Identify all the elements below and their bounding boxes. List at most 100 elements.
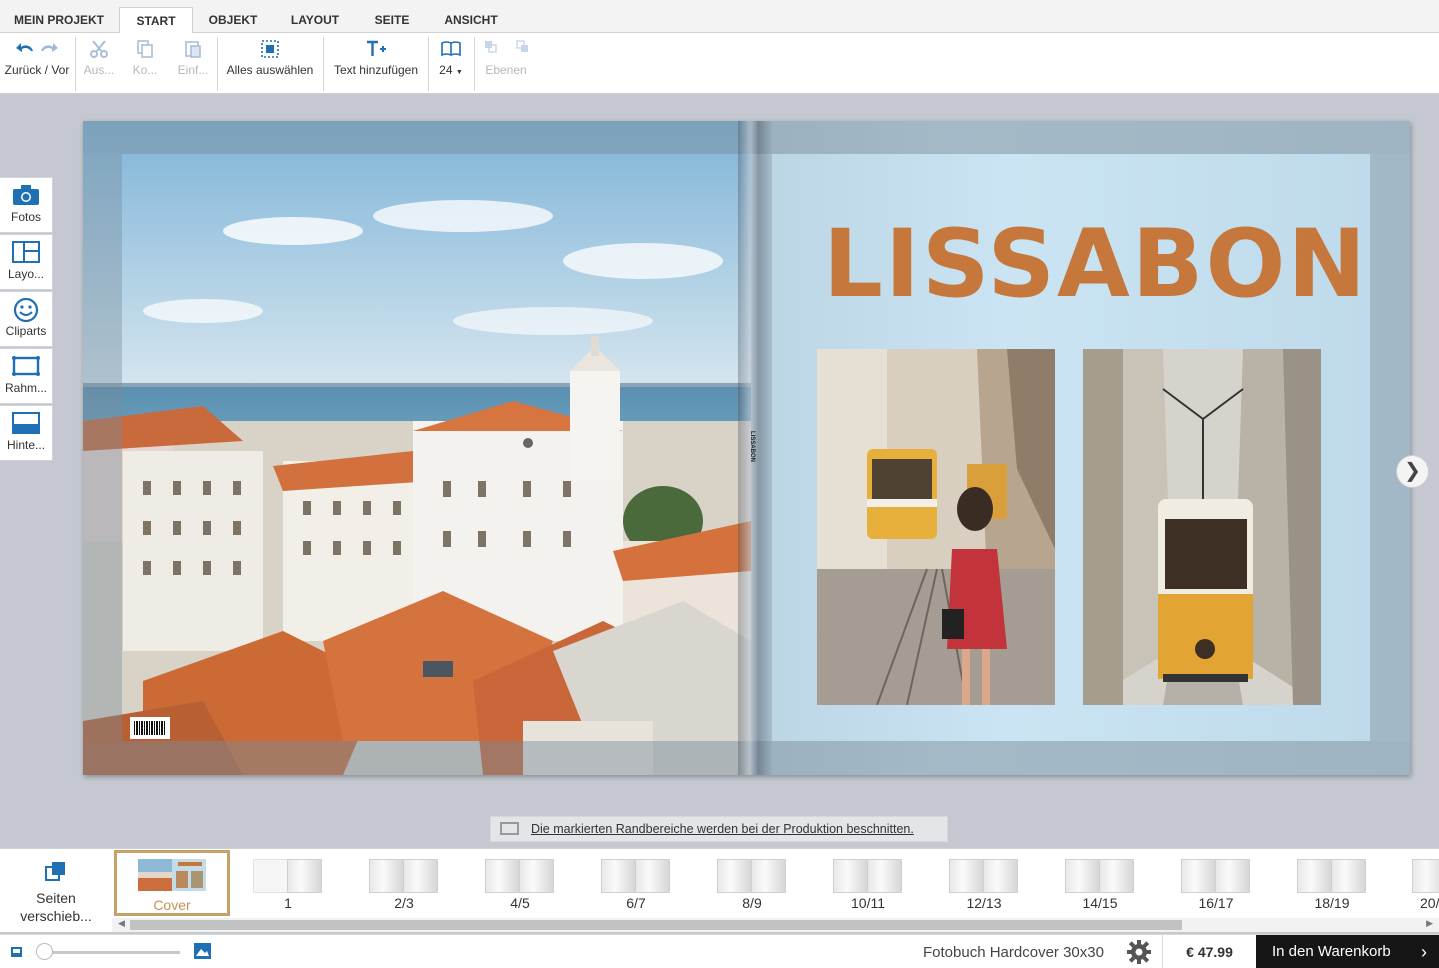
chevron-down-icon: ▼ <box>455 69 463 76</box>
scrollbar-thumb[interactable] <box>130 920 1182 930</box>
side-button-backgrounds-label: Hinte... <box>6 438 45 452</box>
page-thumb-cover[interactable]: Cover <box>114 850 230 916</box>
page-thumb[interactable]: 6/7 <box>578 849 694 917</box>
spine-text: LISSABON <box>749 431 755 463</box>
scroll-left-icon[interactable]: ◀ <box>118 918 125 929</box>
copy-button[interactable]: Ko... <box>126 33 164 94</box>
page-thumb-image <box>717 859 787 893</box>
paste-button[interactable]: Einf... <box>174 33 212 94</box>
ribbon-separator <box>217 37 218 91</box>
page-thumb-label: 1 <box>284 895 292 911</box>
trim-notice-link[interactable]: Die markierten Randbereiche werden bei d… <box>531 822 914 836</box>
page-thumb-image <box>1181 859 1251 893</box>
zoom-out-icon[interactable] <box>10 945 24 964</box>
page-thumb-image <box>369 859 439 893</box>
add-to-cart-button[interactable]: In den Warenkorb › <box>1256 935 1439 968</box>
page-thumb-label: 4/5 <box>510 895 530 911</box>
trim-area-left <box>83 154 122 741</box>
ribbon-separator <box>428 37 429 91</box>
move-pages-button[interactable]: Seiten verschieb... <box>0 849 112 933</box>
undo-redo-button[interactable]: Zurück / Vor <box>2 33 72 94</box>
zoom-slider-track[interactable] <box>40 951 180 954</box>
side-button-layouts[interactable]: Layo... <box>0 234 53 290</box>
cover-back-photo[interactable] <box>83 121 751 775</box>
page-thumb-label: 10/11 <box>851 895 885 911</box>
page-thumb[interactable]: 20/21 <box>1390 849 1439 917</box>
layers-label: Ebenen <box>485 63 527 77</box>
next-spread-button[interactable]: ❯ <box>1396 455 1429 488</box>
tab-mein-projekt[interactable]: MEIN PROJEKT <box>4 7 114 33</box>
bottom-bar: Fotobuch Hardcover 30x30 € 47.99 In den … <box>0 934 1439 968</box>
page-thumb[interactable]: 16/17 <box>1158 849 1274 917</box>
cover-photo-woman-tram[interactable] <box>817 349 1055 705</box>
camera-icon <box>0 178 52 210</box>
trim-notice: Die markierten Randbereiche werden bei d… <box>490 816 948 842</box>
page-thumb-image <box>1065 859 1135 893</box>
tab-start[interactable]: START <box>119 7 193 34</box>
trim-area-bottom <box>751 741 1410 775</box>
frame-icon <box>0 349 52 381</box>
zoom-slider-handle[interactable] <box>36 943 53 960</box>
ribbon-tab-bar: MEIN PROJEKT START OBJEKT LAYOUT SEITE A… <box>0 0 1439 34</box>
side-button-backgrounds[interactable]: Hinte... <box>0 405 53 461</box>
page-thumb[interactable]: 1 <box>230 849 346 917</box>
page-thumb-label: 18/19 <box>1314 895 1350 911</box>
photobook-spread[interactable]: LISSABON LISSABON <box>83 121 1410 775</box>
side-button-photos-label: Fotos <box>10 210 41 224</box>
move-pages-icon <box>0 849 112 889</box>
side-button-frames[interactable]: Rahm... <box>0 348 53 404</box>
page-thumb[interactable]: 18/19 <box>1274 849 1390 917</box>
gear-icon[interactable] <box>1126 939 1154 965</box>
add-text-button[interactable]: Text hinzufügen <box>328 33 424 94</box>
page-thumb-image <box>949 859 1019 893</box>
cover-title[interactable]: LISSABON <box>823 218 1368 312</box>
page-count-value: 24 <box>439 63 453 77</box>
undo-redo-icon <box>2 33 72 63</box>
page-thumb-label: 6/7 <box>626 895 646 911</box>
zoom-in-icon[interactable] <box>193 942 212 965</box>
page-strip-scrollbar[interactable]: ◀ ▶ <box>112 918 1439 932</box>
side-button-cliparts[interactable]: Cliparts <box>0 291 53 347</box>
cut-label: Aus... <box>83 63 115 77</box>
page-thumb-image <box>601 859 671 893</box>
cover-photo-tram-street[interactable] <box>1083 349 1321 705</box>
layout-grid-icon <box>0 235 52 267</box>
page-thumb[interactable]: 14/15 <box>1042 849 1158 917</box>
page-thumb[interactable]: 10/11 <box>810 849 926 917</box>
page-thumb[interactable]: 12/13 <box>926 849 1042 917</box>
page-count-dropdown[interactable]: 24 ▼ <box>432 33 470 94</box>
scissors-icon <box>80 33 118 63</box>
smiley-icon <box>0 292 52 324</box>
barcode-image <box>130 717 170 739</box>
tab-seite[interactable]: SEITE <box>362 7 422 33</box>
chevron-right-icon: › <box>1421 942 1427 962</box>
cover-thumb-image <box>138 859 206 891</box>
product-name: Fotobuch Hardcover 30x30 <box>923 944 1104 961</box>
select-all-icon <box>222 33 318 63</box>
page-thumb-label: 2/3 <box>394 895 414 911</box>
layers-button[interactable]: Ebenen <box>478 33 534 94</box>
trim-area-top <box>751 121 1410 154</box>
page-thumb-label: 8/9 <box>742 895 762 911</box>
side-button-photos[interactable]: Fotos <box>0 177 53 233</box>
select-all-label: Alles auswählen <box>226 63 314 77</box>
page-thumb[interactable]: 8/9 <box>694 849 810 917</box>
tab-layout[interactable]: LAYOUT <box>280 7 350 33</box>
page-thumb-image <box>485 859 555 893</box>
chevron-right-icon: ❯ <box>1404 460 1421 482</box>
page-thumb[interactable]: 2/3 <box>346 849 462 917</box>
select-all-button[interactable]: Alles auswählen <box>222 33 318 94</box>
trim-area-legend-icon <box>500 822 519 835</box>
page-thumb-label: 20/21 <box>1420 895 1439 911</box>
scroll-right-icon[interactable]: ▶ <box>1426 918 1433 929</box>
page-thumb[interactable]: 4/5 <box>462 849 578 917</box>
background-icon <box>0 406 52 438</box>
side-button-frames-label: Rahm... <box>4 381 47 395</box>
page-thumb-image <box>1412 859 1439 893</box>
cut-button[interactable]: Aus... <box>80 33 118 94</box>
copy-icon <box>126 33 164 63</box>
side-button-cliparts-label: Cliparts <box>5 324 47 338</box>
tab-ansicht[interactable]: ANSICHT <box>436 7 506 33</box>
tab-objekt[interactable]: OBJEKT <box>198 7 268 33</box>
add-text-icon <box>328 33 424 63</box>
